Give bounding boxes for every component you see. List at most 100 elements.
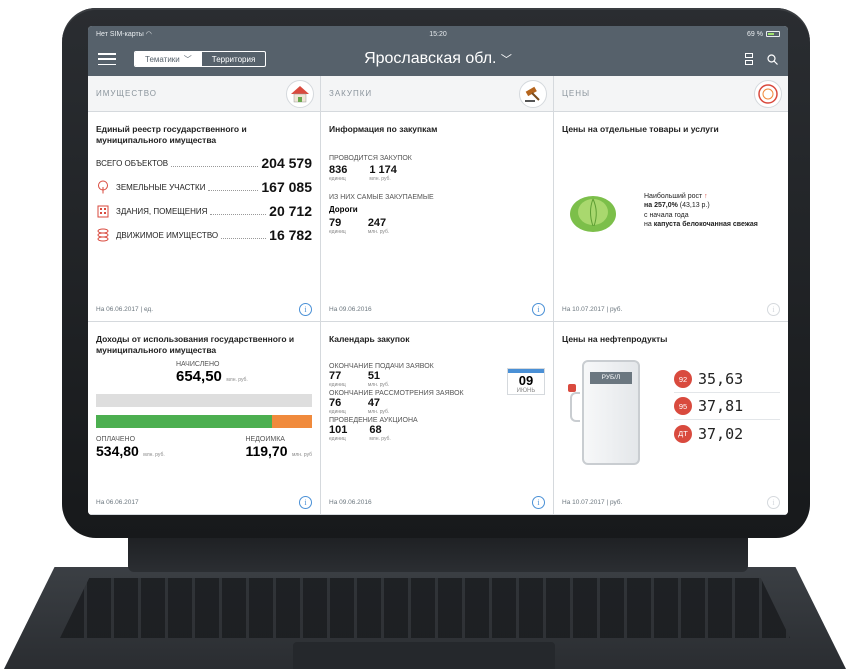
- price-tag-icon: [754, 79, 782, 108]
- accrued-dec: ,50: [201, 368, 222, 386]
- wifi-icon: ◠: [145, 31, 152, 38]
- tab-topics[interactable]: Тематики ﹀: [135, 52, 202, 66]
- dashboard-grid: ИМУЩЕСТВО Единый реестр государственного…: [88, 76, 788, 515]
- coins-icon: [97, 228, 109, 242]
- calendar-row: ПРОВЕДЕНИЕ АУКЦИОНА 101 единиц 68 млн. руб.: [329, 417, 545, 442]
- growth-value: на 257,0%: [644, 202, 678, 210]
- ipad-scene: Нет SIM-карты ◠ 15:20 69 % Тематики ﹀ Тер…: [0, 0, 847, 669]
- info-icon[interactable]: i: [767, 303, 780, 316]
- card-title: Календарь закупок: [329, 334, 410, 344]
- fuel-row: 95 37,81: [674, 393, 780, 420]
- column-header-prices[interactable]: ЦЕНЫ: [554, 76, 788, 112]
- fuel-pump-icon: РУБ/Л: [568, 360, 640, 465]
- registry-row: ЗДАНИЯ, ПОМЕЩЕНИЯ 20 712: [96, 203, 312, 219]
- product-name: капуста белокочанная свежая: [653, 221, 758, 229]
- app-screen: Нет SIM-карты ◠ 15:20 69 % Тематики ﹀ Тер…: [88, 26, 788, 515]
- growth-block: Наибольший рост ↑ на 257,0% (43,13 р.) с…: [644, 192, 758, 230]
- calendar-count-unit: единиц: [329, 435, 346, 442]
- income-split: ОПЛАЧЕНО 534,80 млн. руб. НЕДОИМКА 119,7…: [96, 436, 312, 461]
- tree-icon: [98, 180, 108, 194]
- info-icon[interactable]: i: [532, 496, 545, 509]
- row-label: ДВИЖИМОЕ ИМУЩЕСТВО: [116, 230, 219, 240]
- accrued-bar: [96, 394, 312, 408]
- cabbage-icon: [570, 196, 616, 232]
- registry-row: ДВИЖИМОЕ ИМУЩЕСТВО 16 782: [96, 227, 312, 243]
- total-label: ВСЕГО ОБЪЕКТОВ: [96, 158, 169, 168]
- top-label: ИЗ НИХ САМЫЕ ЗАКУПАЕМЫЕ: [329, 193, 434, 201]
- layout-icon[interactable]: [745, 53, 753, 65]
- menu-icon[interactable]: [98, 53, 116, 65]
- card-title: Цены на нефтепродукты: [562, 334, 668, 344]
- top-name: Дороги: [329, 204, 358, 214]
- tab-territory[interactable]: Территория: [202, 52, 266, 66]
- top-count-unit: единиц: [329, 228, 346, 235]
- calendar-sum: 51: [367, 369, 381, 382]
- ongoing-count: 836: [329, 163, 348, 176]
- calendar-count: 76: [329, 396, 342, 409]
- calendar-sum: 68: [369, 423, 382, 436]
- calendar-count: 77: [329, 369, 342, 382]
- battery-icon: [766, 31, 780, 37]
- paid-dec: ,80: [119, 443, 139, 460]
- calendar-count-unit: единиц: [329, 408, 346, 415]
- product-prefix: на: [644, 221, 652, 229]
- fuel-price: 35,63: [698, 370, 744, 388]
- card-footer: На 10.07.2017 | руб.: [562, 499, 623, 506]
- growth-label: Наибольший рост: [644, 193, 703, 200]
- house-icon: [286, 79, 314, 108]
- arrears-dec: ,70: [268, 443, 288, 460]
- purchase-info-card[interactable]: Информация по закупкам ПРОВОДИТСЯ ЗАКУПО…: [321, 112, 553, 322]
- region-title[interactable]: Ярославская обл.: [364, 50, 496, 67]
- registry-row: ЗЕМЕЛЬНЫЕ УЧАСТКИ 167 085: [96, 179, 312, 195]
- info-icon[interactable]: i: [532, 303, 545, 316]
- info-icon[interactable]: i: [767, 496, 780, 509]
- date-day: 09: [518, 373, 534, 388]
- calendar-sum-unit: млн. руб.: [369, 435, 391, 442]
- growth-since: с начала года: [644, 211, 689, 219]
- registry-card[interactable]: Единый реестр государственного и муницип…: [88, 112, 320, 322]
- fuel-card[interactable]: Цены на нефтепродукты РУБ/Л 92 35,63 95: [554, 322, 788, 515]
- card-footer: На 06.06.2017: [96, 499, 139, 506]
- total-value: 204 579: [261, 155, 312, 172]
- column-header-property[interactable]: ИМУЩЕСТВО: [88, 76, 320, 112]
- fuel-row: 92 35,63: [674, 366, 780, 393]
- accrued-unit: млн. руб.: [226, 377, 248, 384]
- arrears-int: 119: [245, 443, 269, 460]
- top-count: 79: [329, 216, 342, 229]
- arrow-up-icon: ↑: [704, 193, 708, 200]
- calendar-count: 101: [329, 423, 348, 436]
- card-footer: На 09.06.2016: [329, 306, 372, 313]
- top-sum: 247: [367, 216, 387, 229]
- tab-topics-label: Тематики: [145, 54, 180, 64]
- goods-prices-card[interactable]: Цены на отдельные товары и услуги Наибол…: [554, 112, 788, 322]
- fuel-grade: ДТ: [674, 424, 692, 443]
- fuel-grade: 92: [674, 370, 692, 388]
- search-icon[interactable]: [767, 53, 778, 65]
- keyboard-keys: [60, 578, 790, 638]
- card-footer: На 09.06.2016: [329, 499, 372, 506]
- paid-unit: млн. руб.: [143, 452, 165, 459]
- row-value: 167 085: [261, 179, 312, 196]
- card-title: Доходы от использования государственного…: [96, 334, 295, 355]
- info-icon[interactable]: i: [299, 496, 312, 509]
- column-header-purchases[interactable]: ЗАКУПКИ: [321, 76, 553, 112]
- accrued-block: НАЧИСЛЕНО 654,50 млн. руб.: [176, 361, 312, 386]
- income-card[interactable]: Доходы от использования государственного…: [88, 322, 320, 515]
- tab-territory-label: Территория: [211, 54, 256, 64]
- carrier-text: Нет SIM-карты: [96, 31, 144, 38]
- calendar-card[interactable]: Календарь закупок 09 ИЮНЬ ОКОНЧАНИЕ ПОДА…: [321, 322, 553, 515]
- paid-bar-segment: [96, 415, 273, 429]
- trackpad[interactable]: [293, 642, 555, 669]
- calendar-sum-unit: млн. руб.: [367, 381, 390, 388]
- chevron-down-icon[interactable]: ﹀: [501, 54, 512, 66]
- column-purchases: ЗАКУПКИ Информация по закупкам ПРОВОДИТС…: [321, 76, 554, 515]
- info-icon[interactable]: i: [299, 303, 312, 316]
- growth-abs: (43,13 р.): [679, 202, 710, 210]
- paid-label: ОПЛАЧЕНО: [96, 436, 136, 444]
- fuel-price: 37,81: [698, 397, 744, 415]
- arrears-label: НЕДОИМКА: [245, 436, 285, 444]
- ongoing-label: ПРОВОДИТСЯ ЗАКУПОК: [329, 154, 412, 162]
- mode-switch: Тематики ﹀ Территория: [134, 51, 267, 67]
- column-title: ЗАКУПКИ: [329, 89, 373, 98]
- fuel-grade: 95: [674, 397, 692, 415]
